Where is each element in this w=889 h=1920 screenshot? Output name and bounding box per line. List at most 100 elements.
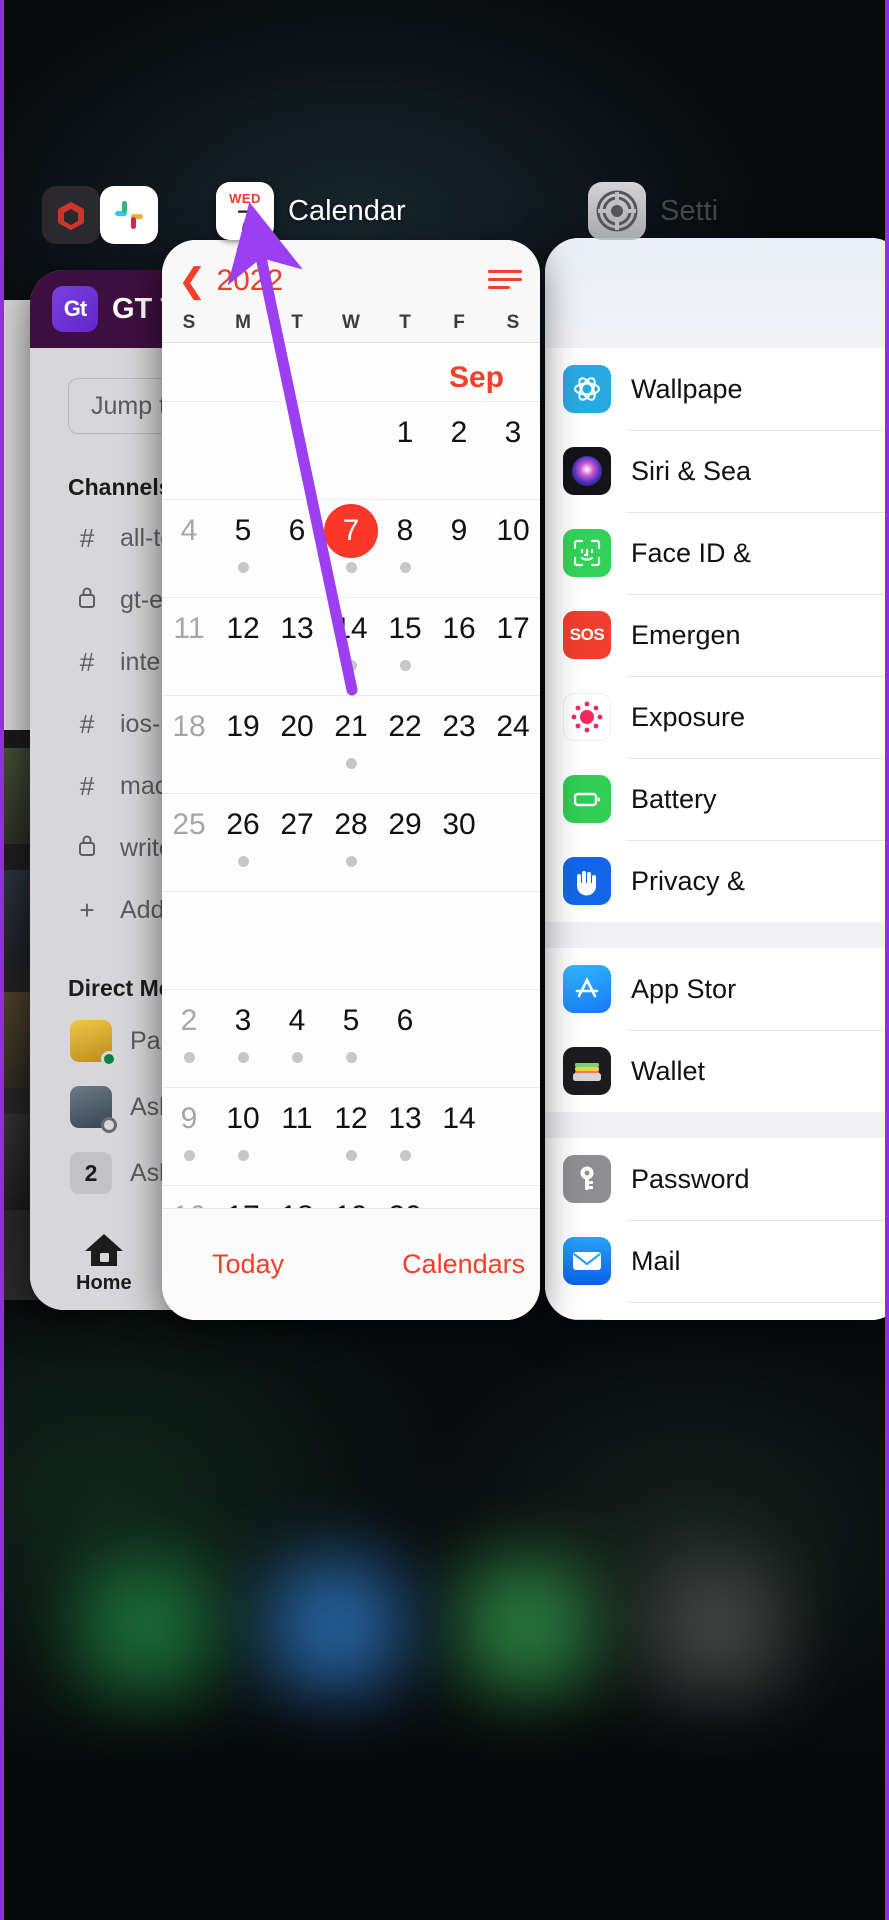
calendar-day-number: 13 <box>388 1102 422 1135</box>
calendar-day-number: 14 <box>334 612 368 645</box>
calendar-day-cell[interactable]: 16 <box>432 597 486 695</box>
calendar-day-cell[interactable]: 19 <box>216 695 270 793</box>
plus-icon: + <box>79 894 95 925</box>
calendar-day-cell <box>432 989 486 1087</box>
calendar-day-cell[interactable]: 1 <box>378 401 432 499</box>
avatar <box>70 1086 117 1133</box>
calendar-day-cell[interactable]: 2 <box>432 401 486 499</box>
calendar-day-cell[interactable]: 3 <box>216 989 270 1087</box>
privacy-hand-icon <box>563 857 611 905</box>
app-header-slack[interactable] <box>42 186 158 244</box>
calendar-day-cell[interactable]: 11 <box>270 1087 324 1185</box>
settings-row-contacts[interactable]: Contacts <box>545 1302 889 1320</box>
app-card-calendar[interactable]: ❮ 2022 S M T W T F S Sep 1 2 3 4 5 6 7 8 9 10 11 12… <box>162 240 540 1320</box>
calendar-day-cell[interactable]: 22 <box>378 695 432 793</box>
calendar-day-number: 15 <box>388 612 422 645</box>
calendar-day-cell[interactable]: 10 <box>216 1087 270 1185</box>
settings-row-face-id[interactable]: Face ID & <box>545 512 889 594</box>
calendar-day-cell[interactable]: 27 <box>270 793 324 891</box>
slack-glyph-icon <box>115 201 143 229</box>
calendar-day-cell[interactable]: 17 <box>486 597 540 695</box>
page-border-right <box>885 0 889 1920</box>
calendar-day-cell[interactable]: 14 <box>432 1087 486 1185</box>
app-card-settings[interactable]: Wallpape Siri & Sea Face ID & SOS Emerge… <box>545 238 889 1320</box>
slack-tab-home[interactable]: Home <box>76 1230 132 1295</box>
calendar-day-cell[interactable]: 9 <box>432 499 486 597</box>
settings-row-label: Password <box>631 1163 750 1194</box>
calendar-back-to-year-button[interactable]: ❮ 2022 <box>178 264 283 298</box>
calendar-icon-day: 7 <box>236 205 254 238</box>
settings-row-siri[interactable]: Siri & Sea <box>545 430 889 512</box>
settings-row-app-store[interactable]: App Stor <box>545 948 889 1030</box>
calendar-day-cell[interactable]: 12 <box>216 597 270 695</box>
calendar-month-grid[interactable]: Sep 1 2 3 4 5 6 7 8 9 10 11 12 13 14 15 16 17 18 19 20 21 22 2… <box>162 343 540 1283</box>
calendar-day-cell[interactable]: 4 <box>270 989 324 1087</box>
calendar-day-number: 23 <box>442 710 476 743</box>
calendar-year-label: 2022 <box>216 264 284 297</box>
calendar-day-cell[interactable]: 6 <box>378 989 432 1087</box>
calendar-day-cell[interactable]: 18 <box>162 695 216 793</box>
calendar-list-view-button[interactable] <box>488 268 522 294</box>
calendar-day-cell <box>486 793 540 891</box>
calendar-day-cell[interactable]: 8 <box>378 499 432 597</box>
calendar-calendars-button[interactable]: Calendars <box>402 1249 525 1280</box>
calendar-day-cell-empty <box>216 891 270 989</box>
settings-row-wallpaper[interactable]: Wallpape <box>545 348 889 430</box>
wallpaper-icon <box>563 365 611 413</box>
calendar-day-cell[interactable]: 24 <box>486 695 540 793</box>
app-header-calendar[interactable]: WED 7 Calendar <box>216 182 406 240</box>
lock-icon <box>76 833 98 864</box>
calendar-event-dot <box>237 1150 249 1161</box>
settings-row-label: Wallet <box>631 1055 706 1086</box>
calendar-day-cell[interactable]: 20 <box>270 695 324 793</box>
calendar-day-cell-empty <box>270 891 324 989</box>
calendar-day-cell[interactable]: 6 <box>270 499 324 597</box>
lock-icon <box>76 585 98 616</box>
calendar-day-cell <box>486 989 540 1087</box>
calendar-day-number: 22 <box>388 710 422 743</box>
calendar-event-dot <box>183 1150 195 1161</box>
settings-row-privacy[interactable]: Privacy & <box>545 840 889 922</box>
calendar-event-dot <box>345 1150 357 1161</box>
calendar-day-cell[interactable]: 26 <box>216 793 270 891</box>
calendar-day-cell[interactable]: 2 <box>162 989 216 1087</box>
calendar-day-cell[interactable]: 29 <box>378 793 432 891</box>
calendar-day-cell[interactable]: 3 <box>486 401 540 499</box>
contacts-icon <box>563 1319 611 1320</box>
calendar-day-cell[interactable]: 15 <box>378 597 432 695</box>
calendar-day-number: 8 <box>396 514 414 547</box>
calendar-day-cell[interactable]: 12 <box>324 1087 378 1185</box>
calendar-day-cell[interactable]: 13 <box>270 597 324 695</box>
calendar-day-cell[interactable]: 11 <box>162 597 216 695</box>
calendar-day-cell[interactable]: 9 <box>162 1087 216 1185</box>
calendar-day-cell[interactable]: 25 <box>162 793 216 891</box>
settings-row-mail[interactable]: Mail <box>545 1220 889 1302</box>
settings-group: Wallpape Siri & Sea Face ID & SOS Emerge… <box>545 348 889 922</box>
calendar-day-number: 24 <box>496 710 530 743</box>
calendar-day-cell[interactable]: 13 <box>378 1087 432 1185</box>
settings-group: Password Mail <box>545 1138 889 1320</box>
calendar-day-cell[interactable]: 21 <box>324 695 378 793</box>
calendar-day-cell <box>162 401 216 499</box>
calendar-day-cell[interactable]: 5 <box>216 499 270 597</box>
settings-row-battery[interactable]: Battery <box>545 758 889 840</box>
settings-row-passwords[interactable]: Password <box>545 1138 889 1220</box>
calendar-day-cell[interactable]: 28 <box>324 793 378 891</box>
settings-row-emergency-sos[interactable]: SOS Emergen <box>545 594 889 676</box>
settings-row-wallet[interactable]: Wallet <box>545 1030 889 1112</box>
app-label-calendar: Calendar <box>288 194 406 227</box>
slack-app-icon <box>100 186 158 244</box>
settings-row-exposure-notifications[interactable]: Exposure <box>545 676 889 758</box>
dock-icon <box>80 1560 212 1692</box>
calendar-today-button[interactable]: Today <box>212 1249 284 1280</box>
calendar-day-cell[interactable]: 4 <box>162 499 216 597</box>
calendar-day-cell-today[interactable]: 7 <box>324 499 378 597</box>
calendar-day-cell[interactable]: 10 <box>486 499 540 597</box>
calendar-day-number: 21 <box>334 710 368 743</box>
weekday-label: T <box>399 312 411 333</box>
app-header-settings[interactable]: Setti <box>588 182 718 240</box>
calendar-day-cell[interactable]: 23 <box>432 695 486 793</box>
calendar-day-cell[interactable]: 30 <box>432 793 486 891</box>
calendar-day-cell[interactable]: 14 <box>324 597 378 695</box>
calendar-day-cell[interactable]: 5 <box>324 989 378 1087</box>
